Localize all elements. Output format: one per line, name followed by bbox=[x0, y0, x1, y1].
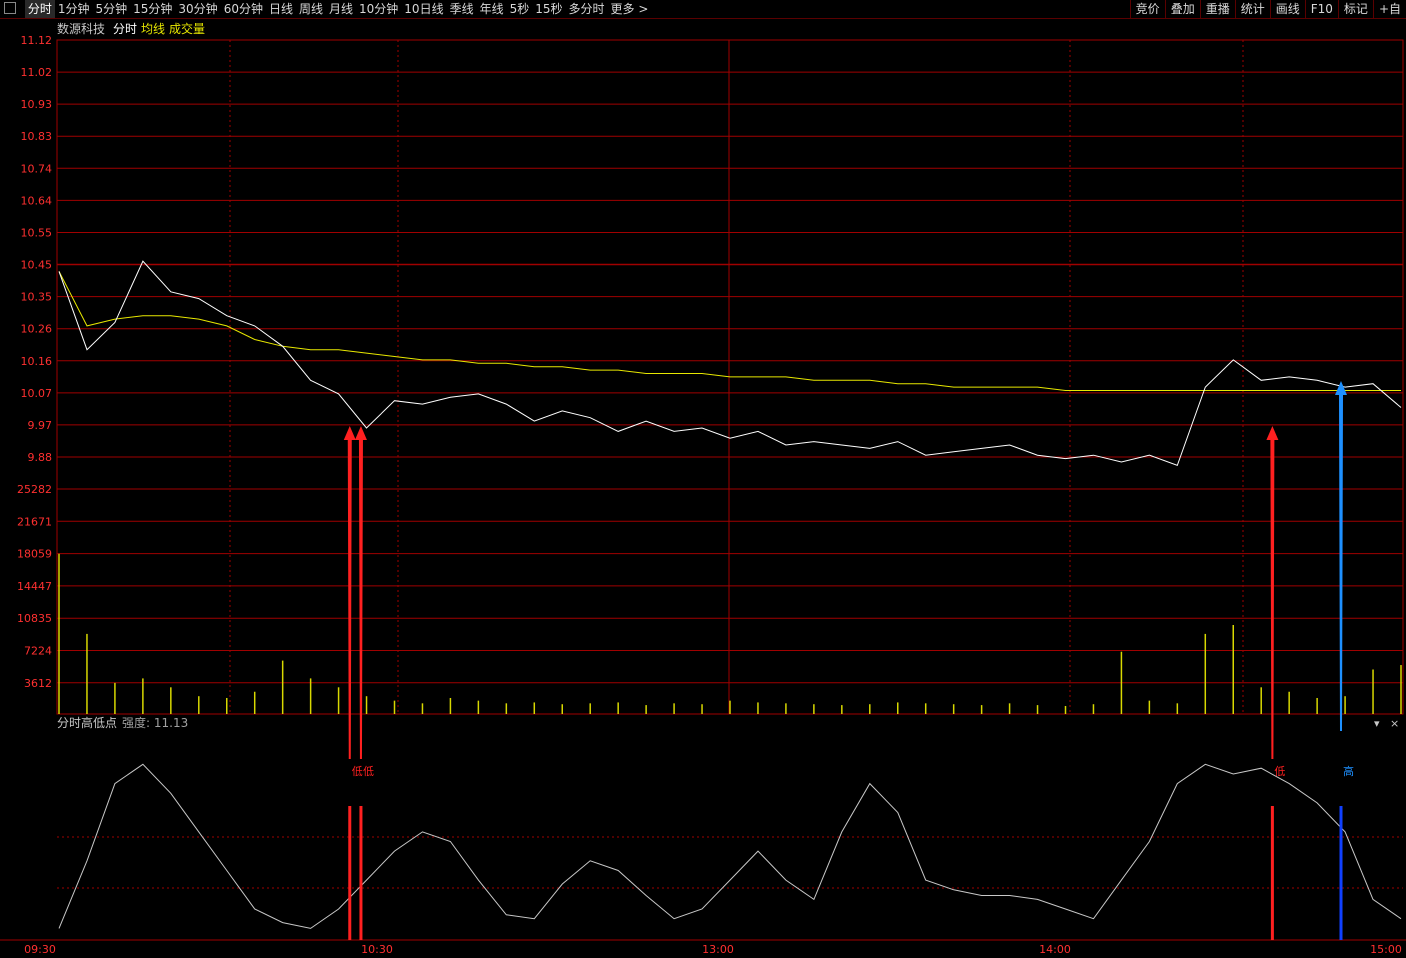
price-tick-label: 10.83 bbox=[21, 130, 53, 143]
time-tick-label: 15:00 bbox=[1370, 943, 1402, 956]
tab-3[interactable]: 15分钟 bbox=[130, 0, 175, 18]
low-label: 低 bbox=[1274, 765, 1285, 778]
price-tick-label: 9.97 bbox=[28, 419, 53, 432]
price-tick-label: 10.26 bbox=[21, 323, 53, 336]
toolbar-button-4[interactable]: 画线 bbox=[1269, 0, 1305, 18]
tab-0[interactable]: 分时 bbox=[24, 0, 55, 18]
stock-name: 数源科技 bbox=[57, 21, 105, 36]
toolbar-button-3[interactable]: 统计 bbox=[1234, 0, 1270, 18]
volume-tick-label: 18059 bbox=[17, 548, 52, 561]
tab-8[interactable]: 月线 bbox=[326, 0, 356, 18]
high-arrow bbox=[1335, 381, 1347, 731]
tab-9[interactable]: 10分钟 bbox=[356, 0, 401, 18]
volume-legend: 成交量 bbox=[169, 21, 205, 36]
toolbar-button-2[interactable]: 重播 bbox=[1199, 0, 1235, 18]
low-signal-bar bbox=[359, 806, 363, 940]
tab-12[interactable]: 年线 bbox=[477, 0, 507, 18]
toolbar-button-0[interactable]: 竞价 bbox=[1129, 0, 1165, 18]
tab-14[interactable]: 15秒 bbox=[532, 0, 565, 18]
indicator-strength: 强度: 11.13 bbox=[122, 715, 188, 730]
low-label: 低 bbox=[352, 765, 363, 778]
tab-13[interactable]: 5秒 bbox=[507, 0, 533, 18]
price-tick-label: 10.93 bbox=[21, 98, 53, 111]
volume-tick-label: 25282 bbox=[17, 483, 52, 496]
toolbar-button-5[interactable]: F10 bbox=[1304, 0, 1338, 18]
price-tick-label: 11.12 bbox=[21, 34, 53, 47]
toolbar-button-6[interactable]: 标记 bbox=[1337, 0, 1373, 18]
low-arrow bbox=[1266, 426, 1279, 759]
price-tick-label: 10.55 bbox=[21, 226, 53, 239]
price-tick-label: 10.16 bbox=[21, 355, 53, 368]
toolbar-button-1[interactable]: 叠加 bbox=[1164, 0, 1200, 18]
tab-4[interactable]: 30分钟 bbox=[175, 0, 220, 18]
tab-10[interactable]: 10日线 bbox=[401, 0, 446, 18]
low-signal-bar bbox=[1270, 806, 1274, 940]
price-tick-label: 11.02 bbox=[21, 66, 53, 79]
tab-1[interactable]: 1分钟 bbox=[55, 0, 93, 18]
toolbar-button-7[interactable]: +自 bbox=[1372, 0, 1406, 18]
time-tick-label: 09:30 bbox=[24, 943, 56, 956]
price-tick-label: 10.74 bbox=[21, 162, 53, 175]
window-icon[interactable] bbox=[4, 2, 16, 14]
volume-tick-label: 21671 bbox=[17, 515, 52, 528]
right-toolbar: 竞价 叠加 重播 统计 画线 F10 标记 +自 bbox=[1129, 0, 1406, 18]
price-tick-label: 10.64 bbox=[21, 194, 53, 207]
time-tick-label: 14:00 bbox=[1039, 943, 1071, 956]
high-signal-bar bbox=[1339, 806, 1343, 940]
period-toolbar: 分时 1分钟 5分钟 15分钟 30分钟 60分钟 日线 周线 月线 10分钟 10日线 季线 年线 5秒… bbox=[0, 0, 1406, 19]
tab-2[interactable]: 5分钟 bbox=[92, 0, 130, 18]
tab-11[interactable]: 季线 bbox=[447, 0, 477, 18]
close-icon: × bbox=[1390, 717, 1399, 730]
low-signal-bar bbox=[348, 806, 352, 940]
low-arrow bbox=[354, 426, 367, 759]
price-tick-label: 10.07 bbox=[21, 387, 53, 400]
low-arrow bbox=[343, 426, 356, 759]
tab-6[interactable]: 日线 bbox=[266, 0, 296, 18]
price-tick-label: 10.45 bbox=[21, 259, 53, 272]
price-tick-label: 9.88 bbox=[28, 451, 53, 464]
tab-15[interactable]: 多分时 bbox=[566, 0, 608, 18]
volume-tick-label: 14447 bbox=[17, 580, 52, 593]
time-tick-label: 10:30 bbox=[361, 943, 393, 956]
price-tick-label: 10.35 bbox=[21, 291, 53, 304]
avg-legend: 均线 bbox=[141, 22, 165, 36]
volume-tick-label: 7224 bbox=[24, 645, 52, 658]
tab-7[interactable]: 周线 bbox=[296, 0, 326, 18]
tab-5[interactable]: 60分钟 bbox=[221, 0, 266, 18]
avg-price-line bbox=[58, 271, 1401, 391]
time-tick-label: 13:00 bbox=[702, 943, 734, 956]
high-label: 高 bbox=[1343, 764, 1354, 778]
low-label: 低 bbox=[363, 765, 374, 778]
tab-16[interactable]: 更多 > bbox=[608, 0, 652, 18]
volume-tick-label: 10835 bbox=[17, 612, 52, 625]
indicator-name: 分时高低点 bbox=[57, 715, 117, 730]
volume-tick-label: 3612 bbox=[24, 677, 52, 690]
dropdown-icon: ▾ bbox=[1374, 717, 1380, 730]
price-line bbox=[58, 260, 1402, 467]
intraday-chart: 11.12 11.02 10.93 10.83 10.74 10.64 10.55 10.45… bbox=[0, 21, 1406, 956]
indicator-line bbox=[58, 763, 1402, 929]
period-label: 分时 bbox=[113, 22, 137, 36]
